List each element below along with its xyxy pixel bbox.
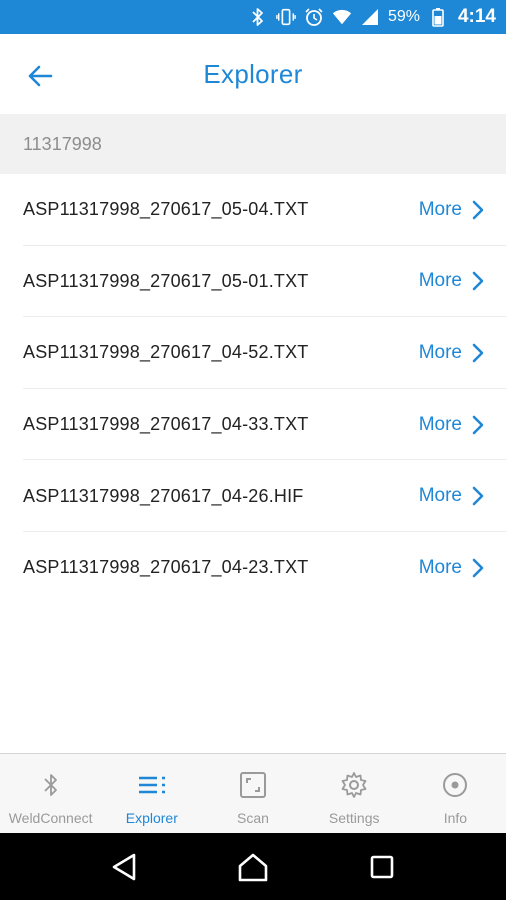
- vibrate-icon: [276, 7, 296, 27]
- triangle-back-icon: [113, 853, 136, 880]
- nav-item-info[interactable]: Info: [405, 754, 506, 833]
- nav-label: Explorer: [125, 810, 178, 826]
- page-title: Explorer: [203, 58, 303, 89]
- scan-icon: [238, 770, 268, 800]
- system-nav-bar: [0, 833, 506, 900]
- file-name: ASP11317998_270617_04-33.TXT: [23, 414, 309, 435]
- nav-item-scan[interactable]: Scan: [202, 754, 303, 833]
- more-label: More: [418, 341, 462, 363]
- app-header: Explorer: [0, 34, 506, 114]
- nav-label: Settings: [328, 810, 380, 826]
- more-button[interactable]: More: [419, 557, 486, 579]
- chevron-right-icon: [472, 343, 486, 363]
- more-label: More: [418, 198, 462, 220]
- nav-label: WeldConnect: [8, 810, 93, 826]
- signal-icon: [360, 7, 380, 27]
- file-name: ASP11317998_270617_04-23.TXT: [23, 557, 309, 578]
- bluetooth-icon: [248, 7, 268, 27]
- back-arrow-icon: [28, 65, 53, 87]
- file-name: ASP11317998_270617_04-52.TXT: [23, 342, 309, 363]
- chevron-right-icon: [472, 415, 486, 435]
- file-name: ASP11317998_270617_05-01.TXT: [23, 270, 309, 291]
- system-back-button[interactable]: [104, 847, 144, 887]
- file-row[interactable]: ASP11317998_270617_04-23.TXT More: [0, 532, 506, 604]
- more-button[interactable]: More: [419, 414, 486, 436]
- bluetooth-icon: [36, 770, 66, 800]
- nav-item-weldconnect[interactable]: WeldConnect: [0, 754, 101, 833]
- info-icon: [440, 770, 470, 800]
- chevron-right-icon: [472, 486, 486, 506]
- nav-label: Scan: [237, 810, 269, 826]
- file-row[interactable]: ASP11317998_270617_04-33.TXT More: [0, 389, 506, 461]
- chevron-right-icon: [472, 271, 486, 291]
- more-label: More: [418, 413, 462, 435]
- file-row[interactable]: ASP11317998_270617_04-26.HIF More: [0, 460, 506, 532]
- wifi-icon: [332, 7, 352, 27]
- more-button[interactable]: More: [419, 485, 486, 507]
- file-name: ASP11317998_270617_04-26.HIF: [23, 485, 304, 506]
- more-label: More: [418, 485, 462, 507]
- nav-label: Info: [443, 810, 468, 826]
- chevron-right-icon: [472, 558, 486, 578]
- home-icon: [238, 853, 268, 881]
- system-home-button[interactable]: [233, 847, 273, 887]
- gear-icon: [339, 770, 369, 800]
- more-label: More: [418, 270, 462, 292]
- square-recents-icon: [370, 855, 393, 878]
- file-row[interactable]: ASP11317998_270617_04-52.TXT More: [0, 317, 506, 389]
- list-icon: [137, 770, 167, 800]
- more-button[interactable]: More: [419, 342, 486, 364]
- file-row[interactable]: ASP11317998_270617_05-04.TXT More: [0, 174, 506, 246]
- nav-item-settings[interactable]: Settings: [304, 754, 405, 833]
- nav-item-explorer[interactable]: Explorer: [101, 754, 202, 833]
- file-row[interactable]: ASP11317998_270617_05-01.TXT More: [0, 246, 506, 318]
- more-label: More: [418, 556, 462, 578]
- system-recents-button[interactable]: [362, 847, 402, 887]
- bottom-nav: WeldConnect Explorer Scan Settings Info: [0, 753, 506, 833]
- battery-percent: 59%: [387, 8, 420, 25]
- status-bar: 59% 4:14: [0, 0, 506, 34]
- more-button[interactable]: More: [419, 270, 486, 292]
- file-list: ASP11317998_270617_05-04.TXT More ASP113…: [0, 174, 506, 604]
- clock: 4:14: [457, 6, 496, 27]
- folder-section-header: 11317998: [0, 114, 506, 174]
- more-button[interactable]: More: [419, 199, 486, 221]
- back-button[interactable]: [22, 58, 58, 94]
- folder-label: 11317998: [23, 133, 102, 154]
- chevron-right-icon: [472, 200, 486, 220]
- alarm-icon: [304, 7, 324, 27]
- battery-icon: [428, 7, 448, 27]
- file-name: ASP11317998_270617_05-04.TXT: [23, 199, 309, 220]
